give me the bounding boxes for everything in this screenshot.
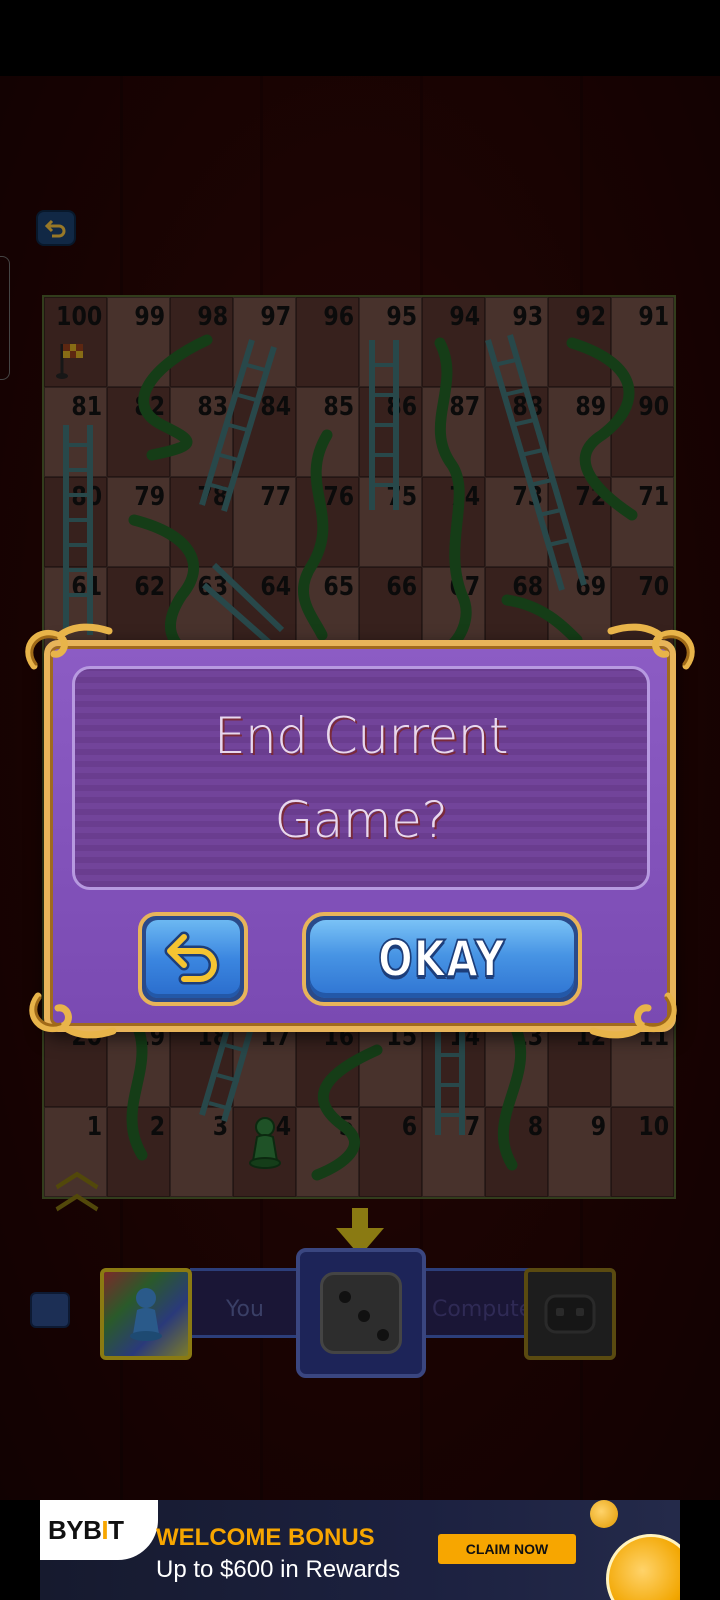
ad-logo-part: T xyxy=(108,1514,124,1545)
player-avatar-you xyxy=(100,1268,192,1360)
ad-logo: BYBIT xyxy=(48,1515,124,1546)
dice-roll-button[interactable] xyxy=(296,1248,426,1378)
okay-button[interactable]: OKAY xyxy=(302,912,582,1006)
status-bar xyxy=(0,0,720,76)
ad-subline: Up to $600 in Rewards xyxy=(156,1556,401,1583)
undo-arrow-icon xyxy=(164,931,220,985)
dice-pip xyxy=(377,1329,389,1341)
blue-pawn-icon xyxy=(130,1288,162,1341)
coin-icon xyxy=(590,1500,618,1528)
player-avatar-computer xyxy=(524,1268,616,1360)
robot-face-icon xyxy=(544,1294,596,1334)
dice-icon xyxy=(320,1272,402,1354)
back-button[interactable] xyxy=(138,912,248,1006)
ad-logo-box: BYBIT xyxy=(40,1500,158,1560)
coin-icon xyxy=(606,1534,680,1600)
swap-icon[interactable] xyxy=(30,1292,70,1328)
ad-banner[interactable]: BYBIT WELCOME BONUS Up to $600 in Reward… xyxy=(40,1500,680,1600)
ad-headline: WELCOME BONUS xyxy=(156,1524,375,1551)
corner-ornament-icon xyxy=(589,992,677,1039)
okay-button-face: OKAY xyxy=(310,920,574,998)
ad-claim-button[interactable]: CLAIM NOW xyxy=(438,1534,576,1564)
ad-logo-part: BYB xyxy=(48,1514,102,1545)
corner-ornament-icon xyxy=(607,623,695,670)
player-name-you: You xyxy=(226,1297,264,1322)
corner-ornament-icon xyxy=(29,992,117,1039)
corner-ornament-icon xyxy=(25,623,113,670)
okay-button-label: OKAY xyxy=(377,929,506,989)
dialog-message-panel: End Current Game? xyxy=(72,666,650,890)
back-button-face xyxy=(146,920,240,998)
dice-pip xyxy=(339,1291,351,1303)
dice-pip xyxy=(358,1310,370,1322)
dialog-message: End Current Game? xyxy=(213,707,509,849)
